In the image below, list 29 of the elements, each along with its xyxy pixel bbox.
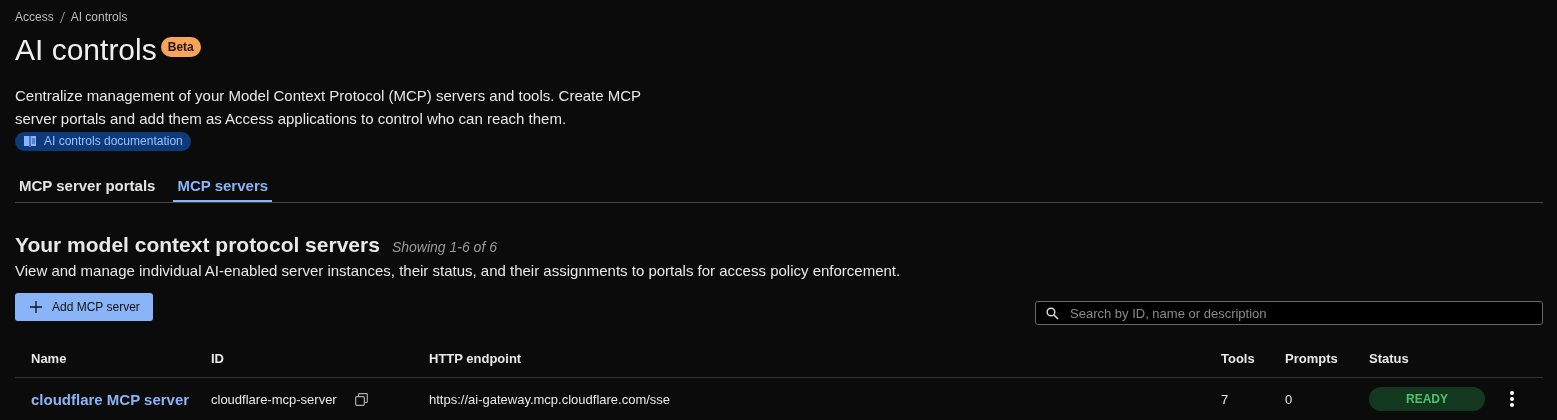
breadcrumb-link[interactable]: AI controls [70, 10, 128, 24]
copy-icon[interactable] [354, 392, 368, 406]
server-name-link[interactable]: cloudflare MCP server [31, 390, 190, 408]
breadcrumb-link[interactable]: Access [15, 10, 54, 24]
table-cell: 0 [1285, 391, 1293, 407]
column-header: HTTP endpoint [429, 351, 523, 366]
search-field[interactable]: Search by ID, name or description [1035, 301, 1543, 325]
column-header: ID [211, 351, 225, 366]
column-header: Name [30, 351, 68, 366]
column-header: Tools [1221, 351, 1256, 366]
column-header: Status [1369, 351, 1410, 366]
result-count: Showing 1-6 of 6 [391, 239, 497, 255]
column-header: Prompts [1285, 351, 1339, 366]
documentation-link[interactable]: AI controls documentation [15, 132, 191, 151]
book-icon [23, 135, 37, 147]
plus-icon [30, 301, 42, 313]
table-cell: 7 [1221, 391, 1229, 407]
status-badge: READY [1369, 387, 1485, 411]
page-title: AI controls [15, 33, 157, 67]
table-cell: https://ai-gateway.mcp.cloudflare.com/sse [429, 391, 671, 407]
page-description: Centralize management of your Model Context Protocol (MCP) servers and tools. Create MCP server portals and add them as Access applications to control who can reach them. [15, 86, 642, 129]
tab[interactable]: MCP server portals [15, 171, 160, 202]
beta-badge: Beta [160, 37, 201, 57]
add-server-button[interactable]: Add MCP server [15, 293, 153, 321]
section-description: View and manage individual AI-enabled server instances, their status, and their assignments to portals for access policy enforcement. [15, 262, 902, 279]
tab[interactable]: MCP servers [173, 171, 273, 202]
section-title: Your model context protocol servers [15, 233, 380, 257]
more-options-icon[interactable] [1509, 390, 1515, 408]
table-cell: cloudflare-mcp-server [211, 391, 337, 407]
